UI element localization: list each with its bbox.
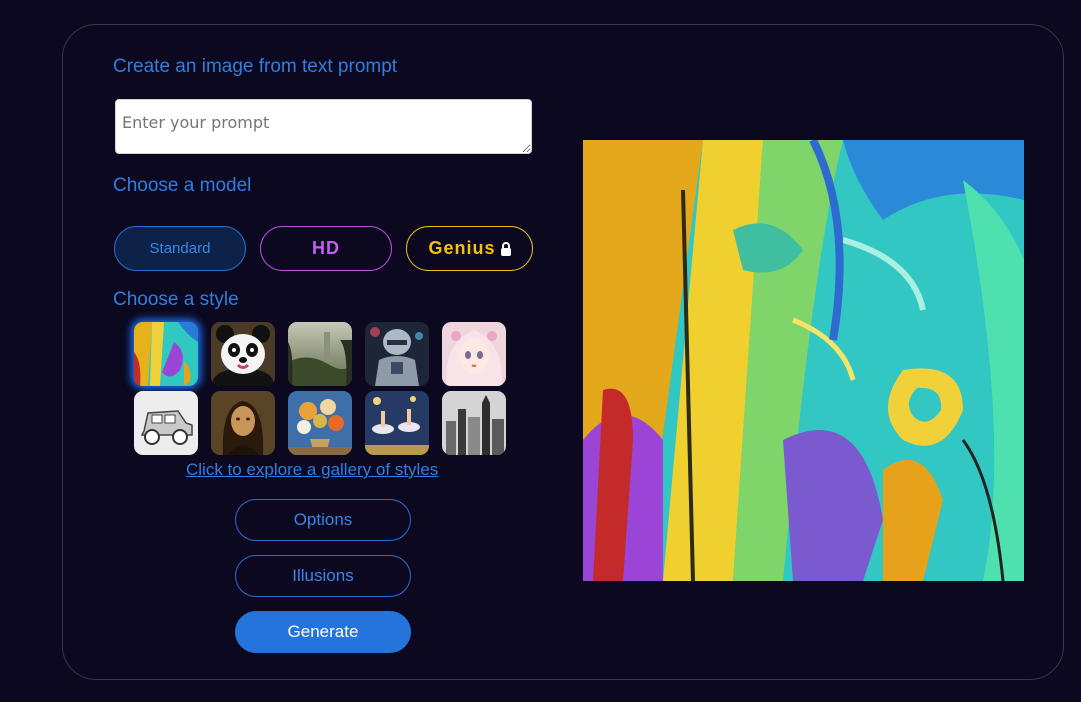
options-label: Options <box>293 510 353 529</box>
style-heading: Choose a style <box>113 289 239 310</box>
model-genius-button[interactable]: Genius <box>406 226 533 271</box>
prompt-input[interactable] <box>115 99 532 154</box>
style-tile-panda-portrait[interactable] <box>211 322 275 386</box>
style-tile-anime-girl[interactable] <box>442 322 506 386</box>
model-hd-label: HD <box>312 238 340 258</box>
generate-button[interactable]: Generate <box>235 611 411 653</box>
style-tile-dancers-painting[interactable] <box>365 391 429 455</box>
model-standard-button[interactable]: Standard <box>114 226 246 271</box>
gallery-link[interactable]: Click to explore a gallery of styles <box>186 460 438 480</box>
model-hd-button[interactable]: HD <box>260 226 392 271</box>
style-tile-renaissance-portrait[interactable] <box>211 391 275 455</box>
style-tile-abstract-painting[interactable] <box>134 322 198 386</box>
options-button[interactable]: Options <box>235 499 411 541</box>
illusions-button[interactable]: Illusions <box>235 555 411 597</box>
model-heading: Choose a model <box>113 175 252 196</box>
model-genius-label: Genius <box>428 238 496 258</box>
generate-label: Generate <box>287 622 359 641</box>
generated-image-preview <box>583 140 1024 581</box>
style-tile-flower-still-life[interactable] <box>288 391 352 455</box>
style-tile-robot-armor[interactable] <box>365 322 429 386</box>
lock-icon <box>500 241 511 256</box>
style-tile-misty-landscape[interactable] <box>288 322 352 386</box>
illusions-label: Illusions <box>292 566 354 585</box>
style-tile-vintage-car-sketch[interactable] <box>134 391 198 455</box>
model-standard-label: Standard <box>149 240 211 257</box>
style-tile-city-ink-drawing[interactable] <box>442 391 506 455</box>
create-heading: Create an image from text prompt <box>113 56 398 77</box>
